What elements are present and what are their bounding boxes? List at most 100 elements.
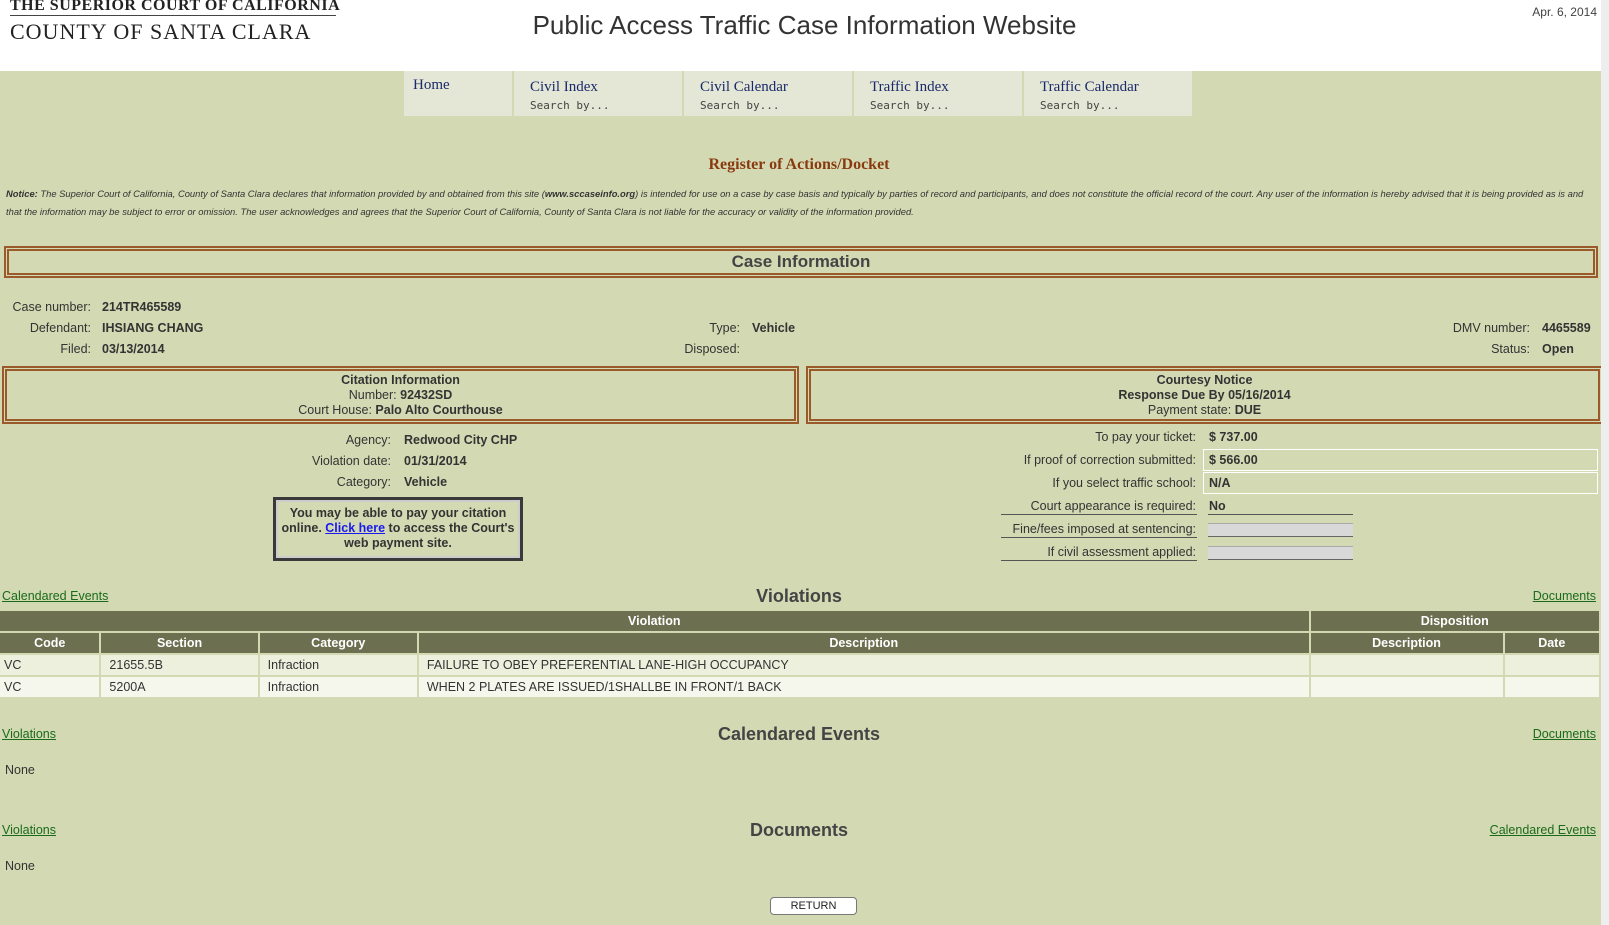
cell-description: WHEN 2 PLATES ARE ISSUED/1SHALLBE IN FRO… [418, 677, 1309, 697]
violation-group-header: Violation [0, 611, 1309, 631]
cell-disposition-description [1310, 655, 1503, 675]
courthouse-label: Court House: [298, 403, 372, 417]
divider [1001, 560, 1197, 561]
payment-state-value: DUE [1234, 403, 1262, 417]
citation-info-box: Citation Information Number: 92432SD Cou… [4, 368, 797, 422]
dmv-value: 4465589 [1542, 321, 1591, 335]
traffic-school-label: If you select traffic school: [1052, 476, 1196, 490]
table-row: VC 21655.5B Infraction FAILURE TO OBEY P… [0, 655, 1599, 675]
category-value: Vehicle [404, 475, 448, 489]
cell-code: VC [0, 677, 100, 697]
payment-state-label: Payment state: [1147, 403, 1232, 417]
divider [1001, 514, 1197, 515]
courtesy-title: Courtesy Notice [1156, 373, 1253, 387]
col-disposition-description: Description [1310, 633, 1503, 653]
pay-online-box: You may be able to pay your citation onl… [273, 497, 523, 561]
tab-sublabel: Search by... [1040, 99, 1120, 112]
documents-content: None [5, 859, 35, 873]
divider [1208, 514, 1353, 515]
case-info-header-box: Case Information [6, 248, 1596, 276]
appearance-value: No [1209, 499, 1226, 513]
agency-value: Redwood City CHP [404, 433, 518, 447]
tab-label: Traffic Calendar [1040, 79, 1139, 95]
notice-text: Notice: The Superior Court of California… [6, 185, 1596, 221]
tab-traffic-calendar[interactable]: Traffic Calendar Search by... [1024, 71, 1194, 116]
citation-title: Citation Information [341, 373, 460, 387]
courtesy-notice-box: Courtesy Notice Response Due By 05/16/20… [808, 368, 1601, 422]
category-label: Category: [336, 475, 391, 489]
school-field-box [1203, 472, 1598, 494]
divider [1001, 537, 1197, 538]
tab-sublabel: Search by... [870, 99, 950, 112]
cell-date [1504, 677, 1599, 697]
disposition-group-header: Disposition [1310, 611, 1599, 631]
cell-code: VC [0, 655, 100, 675]
agency-label: Agency: [345, 433, 391, 447]
documents-title: Documents [749, 820, 848, 840]
fines-value-field [1208, 523, 1353, 537]
tab-civil-index[interactable]: Civil Index Search by... [514, 71, 684, 116]
link-documents[interactable]: Documents [1533, 727, 1596, 741]
proof-field-box [1203, 449, 1598, 471]
notice-text-part1: The Superior Court of California, County… [40, 188, 545, 199]
cell-category: Infraction [259, 655, 417, 675]
table-header: Code Section Category Description Descri… [0, 633, 1599, 653]
citation-number-label: Number: [348, 388, 397, 402]
violations-title: Violations [756, 586, 842, 606]
proof-label: If proof of correction submitted: [1023, 453, 1196, 467]
status-value: Open [1542, 342, 1574, 356]
table-group-header: Violation Disposition [0, 611, 1599, 631]
cell-category: Infraction [259, 677, 417, 697]
site-title: Public Access Traffic Case Information W… [532, 10, 1077, 40]
cell-description: FAILURE TO OBEY PREFERENTIAL LANE-HIGH O… [418, 655, 1309, 675]
tab-sublabel: Search by... [530, 99, 610, 112]
col-code: Code [0, 633, 100, 653]
traffic-school-value: N/A [1209, 476, 1231, 490]
filed-value: 03/13/2014 [102, 342, 165, 356]
notice-site: www.sccaseinfo.org [544, 188, 636, 199]
table-row: VC 5200A Infraction WHEN 2 PLATES ARE IS… [0, 677, 1599, 697]
pay-ticket-value: $ 737.00 [1209, 430, 1258, 444]
citation-number: 92432SD [400, 388, 453, 402]
tab-label: Traffic Index [870, 79, 949, 95]
defendant-label: Defendant: [29, 321, 91, 335]
response-due-date: 05/16/2014 [1228, 388, 1291, 402]
cell-section: 21655.5B [101, 655, 258, 675]
cell-section: 5200A [101, 677, 258, 697]
fines-label: Fine/fees imposed at sentencing: [1012, 522, 1196, 536]
proof-value: $ 566.00 [1209, 453, 1258, 467]
link-calendared-events[interactable]: Calendared Events [1490, 823, 1596, 837]
col-date: Date [1504, 633, 1599, 653]
notice-label: Notice: [6, 188, 38, 199]
response-due-label: Response Due By [1118, 388, 1225, 402]
type-label: Type: [709, 321, 740, 335]
case-number-label: Case number: [12, 300, 91, 314]
pay-online-link[interactable]: Click here [325, 521, 385, 535]
civil-assessment-label: If civil assessment applied: [1047, 545, 1196, 559]
tab-traffic-index[interactable]: Traffic Index Search by... [854, 71, 1024, 116]
tab-home-label: Home [413, 77, 450, 93]
col-category: Category [259, 633, 417, 653]
type-value: Vehicle [752, 321, 796, 335]
return-button[interactable]: RETURN [770, 897, 857, 915]
disposed-label: Disposed: [684, 342, 740, 356]
defendant-value: IHSIANG CHANG [102, 321, 204, 335]
pay-ticket-label: To pay your ticket: [1095, 430, 1196, 444]
tab-label: Civil Calendar [700, 79, 788, 95]
filed-label: Filed: [60, 342, 91, 356]
violation-date-value: 01/31/2014 [404, 454, 467, 468]
case-number-value: 214TR465589 [102, 300, 182, 314]
page-title: Register of Actions/Docket [708, 156, 890, 173]
civil-assessment-field [1208, 546, 1353, 560]
scrollbar[interactable] [1601, 0, 1609, 925]
tab-home[interactable]: Home [404, 71, 514, 116]
violation-date-label: Violation date: [312, 454, 391, 468]
tab-sublabel: Search by... [700, 99, 780, 112]
link-documents[interactable]: Documents [1533, 589, 1596, 603]
tab-civil-calendar[interactable]: Civil Calendar Search by... [684, 71, 854, 116]
tab-label: Civil Index [530, 79, 598, 95]
cell-date [1504, 655, 1599, 675]
col-description: Description [418, 633, 1309, 653]
status-label: Status: [1491, 342, 1530, 356]
calendared-events-title: Calendared Events [717, 724, 881, 744]
